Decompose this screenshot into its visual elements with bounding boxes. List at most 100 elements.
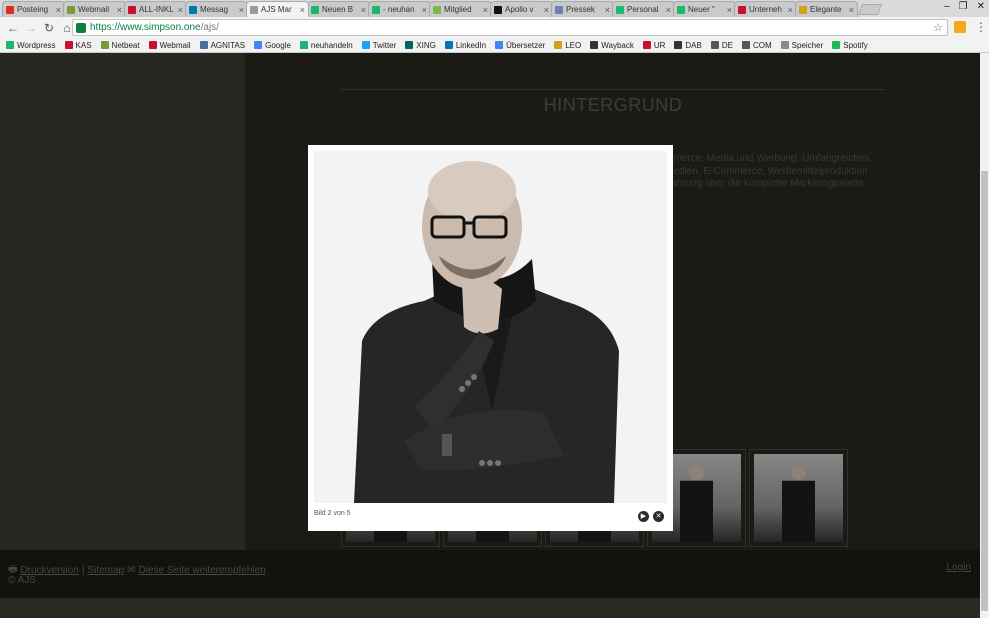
lightbox: Bild 2 von 5 ▶ ✕ bbox=[308, 145, 673, 531]
tab-label: Neuen B bbox=[322, 5, 354, 14]
tab-close-icon[interactable]: × bbox=[178, 5, 183, 15]
tab-label: Personal bbox=[627, 5, 659, 14]
bookmark-item[interactable]: Google bbox=[254, 41, 291, 50]
bookmark-label: Speicher bbox=[791, 40, 824, 50]
bookmark-label: LinkedIn bbox=[455, 40, 487, 50]
bookmark-favicon-icon bbox=[254, 41, 263, 49]
tab-close-icon[interactable]: × bbox=[239, 5, 244, 15]
tab-favicon-icon bbox=[250, 5, 258, 14]
minimize-icon[interactable]: – bbox=[944, 1, 950, 12]
tab-favicon-icon bbox=[738, 5, 746, 14]
tab-favicon-icon bbox=[555, 5, 563, 14]
bookmark-favicon-icon bbox=[554, 41, 563, 49]
bookmark-item[interactable]: UR bbox=[642, 41, 665, 50]
bookmark-item[interactable]: Speicher bbox=[780, 40, 824, 50]
tab-close-icon[interactable]: × bbox=[727, 5, 732, 15]
bookmark-item[interactable]: DAB bbox=[674, 41, 702, 50]
bookmark-item[interactable]: COM bbox=[741, 41, 772, 50]
bookmark-favicon-icon bbox=[832, 41, 841, 49]
tab-favicon-icon bbox=[189, 5, 197, 14]
bookmark-favicon-icon bbox=[741, 41, 750, 49]
tab-label: Elegante bbox=[810, 5, 842, 14]
tab-close-icon[interactable]: × bbox=[56, 5, 61, 15]
browser-tab[interactable]: ALL-INKL × bbox=[124, 1, 187, 17]
tab-close-icon[interactable]: × bbox=[361, 5, 366, 15]
bookmark-item[interactable]: Webmail bbox=[148, 41, 191, 50]
close-icon[interactable]: ✕ bbox=[653, 511, 664, 522]
tab-close-icon[interactable]: × bbox=[788, 5, 793, 15]
browser-tab[interactable]: Neuer " × bbox=[673, 1, 736, 17]
bookmark-item[interactable]: XING bbox=[405, 41, 436, 50]
tab-favicon-icon bbox=[6, 5, 14, 14]
portrait-image bbox=[314, 151, 667, 503]
browser-tab[interactable]: Posteing × bbox=[2, 1, 65, 17]
bookmark-item[interactable]: LinkedIn bbox=[444, 40, 487, 50]
tab-favicon-icon bbox=[799, 5, 807, 14]
tab-close-icon[interactable]: × bbox=[544, 5, 549, 15]
bookmark-favicon-icon bbox=[495, 41, 504, 49]
bookmark-label: Wordpress bbox=[17, 40, 56, 50]
bookmark-label: XING bbox=[416, 40, 436, 50]
browser-menu-icon[interactable]: ⋮ bbox=[975, 20, 987, 34]
browser-tab[interactable]: Neuen B × bbox=[307, 1, 370, 17]
bookmark-item[interactable]: Wayback bbox=[590, 41, 634, 50]
bookmark-item[interactable]: KAS bbox=[64, 41, 92, 50]
forward-icon[interactable]: → bbox=[24, 21, 38, 35]
restore-icon[interactable]: ❐ bbox=[959, 1, 968, 12]
bookmark-favicon-icon bbox=[780, 41, 789, 49]
scrollbar-thumb[interactable] bbox=[981, 171, 988, 611]
bookmark-item[interactable]: AGNITAS bbox=[199, 40, 246, 50]
bookmark-item[interactable]: LEO bbox=[554, 41, 581, 50]
bookmark-item[interactable]: Twitter bbox=[361, 41, 396, 50]
scrollbar[interactable] bbox=[980, 53, 989, 618]
secure-lock-icon bbox=[76, 22, 86, 33]
browser-tab[interactable]: Webmail × bbox=[63, 1, 126, 17]
bookmark-star-icon[interactable]: ☆ bbox=[933, 21, 943, 34]
tab-label: ALL-INKL bbox=[139, 5, 174, 14]
tab-strip: Posteing × Webmail × ALL-INKL × Messag × AJS Mar… bbox=[0, 0, 989, 17]
bookmark-item[interactable]: DE bbox=[710, 40, 733, 50]
reload-icon[interactable]: ↻ bbox=[42, 21, 56, 35]
browser-tab[interactable]: Pressek × bbox=[551, 1, 614, 17]
bookmark-favicon-icon bbox=[642, 41, 651, 49]
bookmark-label: AGNITAS bbox=[210, 40, 246, 50]
browser-tab[interactable]: AJS Mar × bbox=[246, 1, 309, 17]
url-path: /ajs/ bbox=[200, 22, 219, 33]
browser-tab[interactable]: Personal × bbox=[612, 1, 675, 17]
tab-close-icon[interactable]: × bbox=[849, 5, 854, 15]
tab-close-icon[interactable]: × bbox=[422, 5, 427, 15]
play-icon[interactable]: ▶ bbox=[638, 511, 649, 522]
browser-tab[interactable]: Mitglied × bbox=[429, 1, 492, 17]
browser-tab[interactable]: - neuhan × bbox=[368, 1, 431, 17]
tab-label: Posteing bbox=[17, 5, 49, 14]
bookmark-item[interactable]: Übersetzer bbox=[495, 41, 545, 50]
browser-tab[interactable]: Unterneh × bbox=[734, 1, 797, 17]
back-icon[interactable]: ← bbox=[6, 21, 20, 35]
tab-close-icon[interactable]: × bbox=[666, 5, 671, 15]
bookmark-item[interactable]: Spotify bbox=[832, 41, 868, 50]
url-field[interactable]: https://www.simpson.one/ajs/ ☆ bbox=[72, 19, 948, 36]
browser-tab[interactable]: Messag × bbox=[185, 1, 248, 17]
browser-tab[interactable]: Apollo v × bbox=[490, 1, 553, 17]
close-window-icon[interactable]: ✕ bbox=[977, 1, 985, 12]
tab-close-icon[interactable]: × bbox=[300, 5, 305, 15]
address-bar: ← → ↻ ⌂ https://www.simpson.one/ajs/ ☆ ⋮ bbox=[0, 17, 989, 38]
bookmark-favicon-icon bbox=[6, 41, 14, 49]
bookmark-item[interactable]: neuhandeln bbox=[299, 41, 353, 50]
tab-close-icon[interactable]: × bbox=[117, 5, 122, 15]
tab-close-icon[interactable]: × bbox=[483, 5, 488, 15]
bookmark-item[interactable]: Wordpress bbox=[6, 41, 56, 50]
extension-icon[interactable] bbox=[954, 21, 966, 33]
bookmark-label: Übersetzer bbox=[506, 40, 546, 50]
browser-tab[interactable]: Elegante × bbox=[795, 1, 858, 17]
tab-label: Neuer " bbox=[688, 5, 715, 14]
tab-close-icon[interactable]: × bbox=[605, 5, 610, 15]
tab-label: Unterneh bbox=[749, 5, 782, 14]
bookmarks-bar: Wordpress KAS Netbeat Webmail AGNITAS Google n… bbox=[0, 38, 989, 53]
bookmark-favicon-icon bbox=[361, 41, 370, 49]
tab-favicon-icon bbox=[494, 5, 502, 14]
bookmark-item[interactable]: Netbeat bbox=[100, 41, 140, 50]
new-tab-button[interactable] bbox=[857, 4, 883, 15]
bookmark-label: DE bbox=[721, 40, 733, 50]
tab-label: Webmail bbox=[78, 5, 109, 14]
